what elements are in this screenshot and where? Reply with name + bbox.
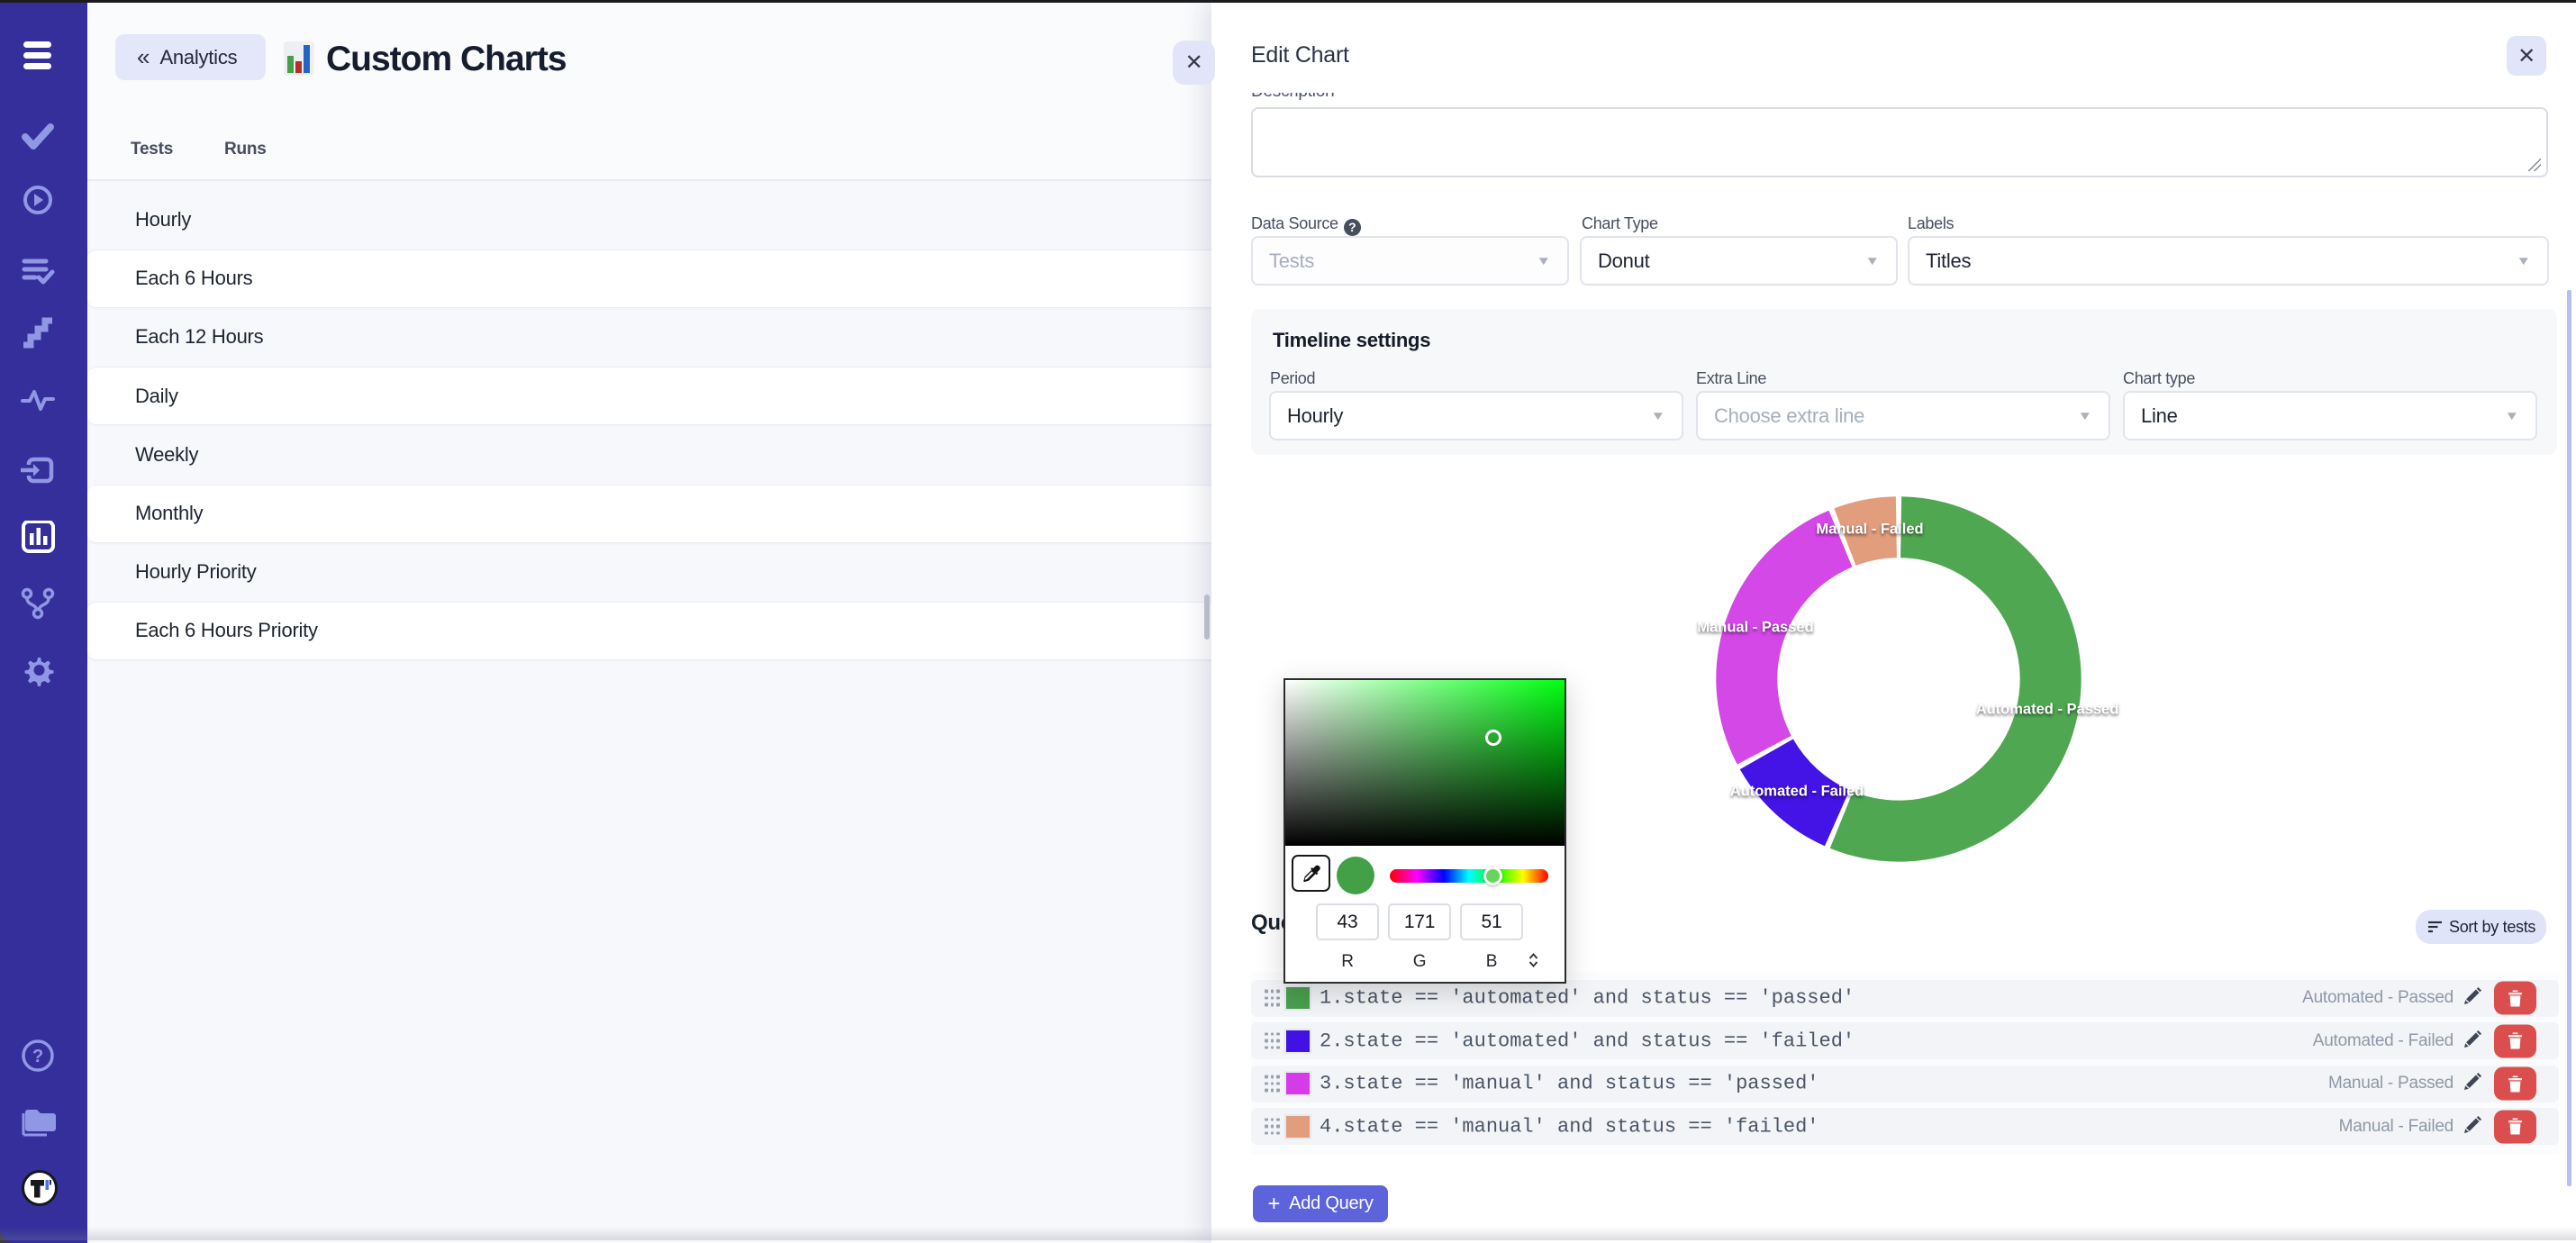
svg-text:?: ? [32, 1047, 43, 1066]
